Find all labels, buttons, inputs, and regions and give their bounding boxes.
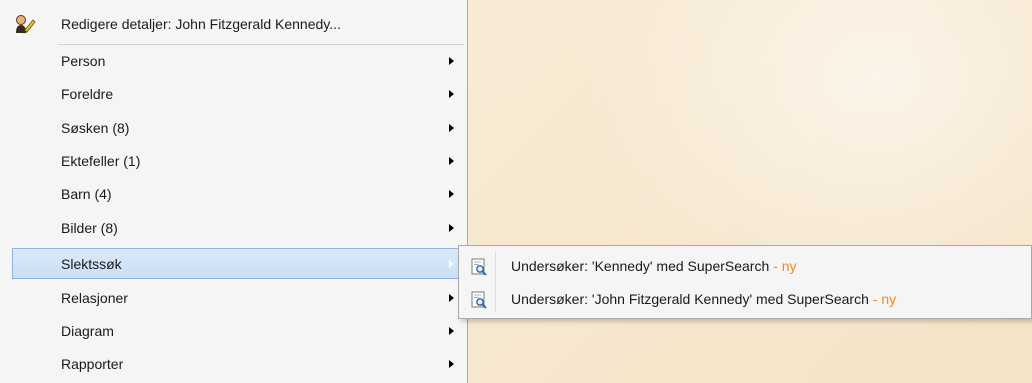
- context-menu: Redigere detaljer: John Fitzgerald Kenne…: [0, 0, 468, 383]
- submenu-item-search-kennedy[interactable]: Undersøker: 'Kennedy' med SuperSearch - …: [459, 250, 1031, 283]
- submenu-arrow-icon: [449, 260, 454, 268]
- menu-item-slektssok[interactable]: Slektssøk: [0, 248, 466, 281]
- submenu-arrow-icon: [449, 124, 454, 132]
- submenu-arrow-icon: [449, 327, 454, 335]
- menu-item-label: Ektefeller (1): [61, 153, 141, 169]
- submenu-arrow-icon: [449, 57, 454, 65]
- menu-item-label: Relasjoner: [61, 290, 128, 306]
- submenu-arrow-icon: [449, 224, 454, 232]
- submenu-item-search-john-fitzgerald-kennedy[interactable]: Undersøker: 'John Fitzgerald Kennedy' me…: [459, 283, 1031, 316]
- menu-item-bilder[interactable]: Bilder (8): [0, 212, 466, 245]
- menu-item-label: Barn (4): [61, 186, 112, 202]
- submenu-arrow-icon: [449, 157, 454, 165]
- menu-item-ektefeller[interactable]: Ektefeller (1): [0, 145, 466, 178]
- menu-item-label: Redigere detaljer: John Fitzgerald Kenne…: [61, 16, 341, 32]
- menu-item-label: Slektssøk: [61, 256, 122, 272]
- menu-item-edit-details[interactable]: Redigere detaljer: John Fitzgerald Kenne…: [0, 0, 468, 44]
- menu-item-sosken[interactable]: Søsken (8): [0, 112, 466, 145]
- menu-item-barn[interactable]: Barn (4): [0, 178, 466, 211]
- search-document-icon: [471, 258, 487, 276]
- menu-item-foreldre[interactable]: Foreldre: [0, 78, 466, 111]
- submenu-arrow-icon: [449, 190, 454, 198]
- submenu-arrow-icon: [449, 360, 454, 368]
- menu-item-person[interactable]: Person: [0, 45, 466, 78]
- edit-person-icon: [16, 15, 36, 34]
- submenu-arrow-icon: [449, 90, 454, 98]
- menu-item-label: Person: [61, 53, 106, 69]
- menu-item-label: Søsken (8): [61, 120, 130, 136]
- menu-item-rapporter[interactable]: Rapporter: [0, 348, 466, 381]
- search-document-icon: [471, 291, 487, 309]
- background: [520, 0, 1032, 383]
- new-badge: - ny: [872, 291, 897, 307]
- submenu-arrow-icon: [449, 294, 454, 302]
- slektssok-submenu: Undersøker: 'Kennedy' med SuperSearch - …: [458, 245, 1032, 319]
- submenu-item-label: Undersøker: 'Kennedy' med SuperSearch - …: [511, 258, 797, 274]
- menu-item-label: Diagram: [61, 323, 114, 339]
- menu-item-label: Foreldre: [61, 86, 114, 102]
- menu-item-label: Rapporter: [61, 356, 124, 372]
- submenu-item-label: Undersøker: 'John Fitzgerald Kennedy' me…: [511, 291, 897, 307]
- menu-item-relasjoner[interactable]: Relasjoner: [0, 282, 466, 315]
- menu-item-label: Bilder (8): [61, 220, 118, 236]
- menu-item-diagram[interactable]: Diagram: [0, 315, 466, 348]
- new-badge: - ny: [773, 258, 797, 274]
